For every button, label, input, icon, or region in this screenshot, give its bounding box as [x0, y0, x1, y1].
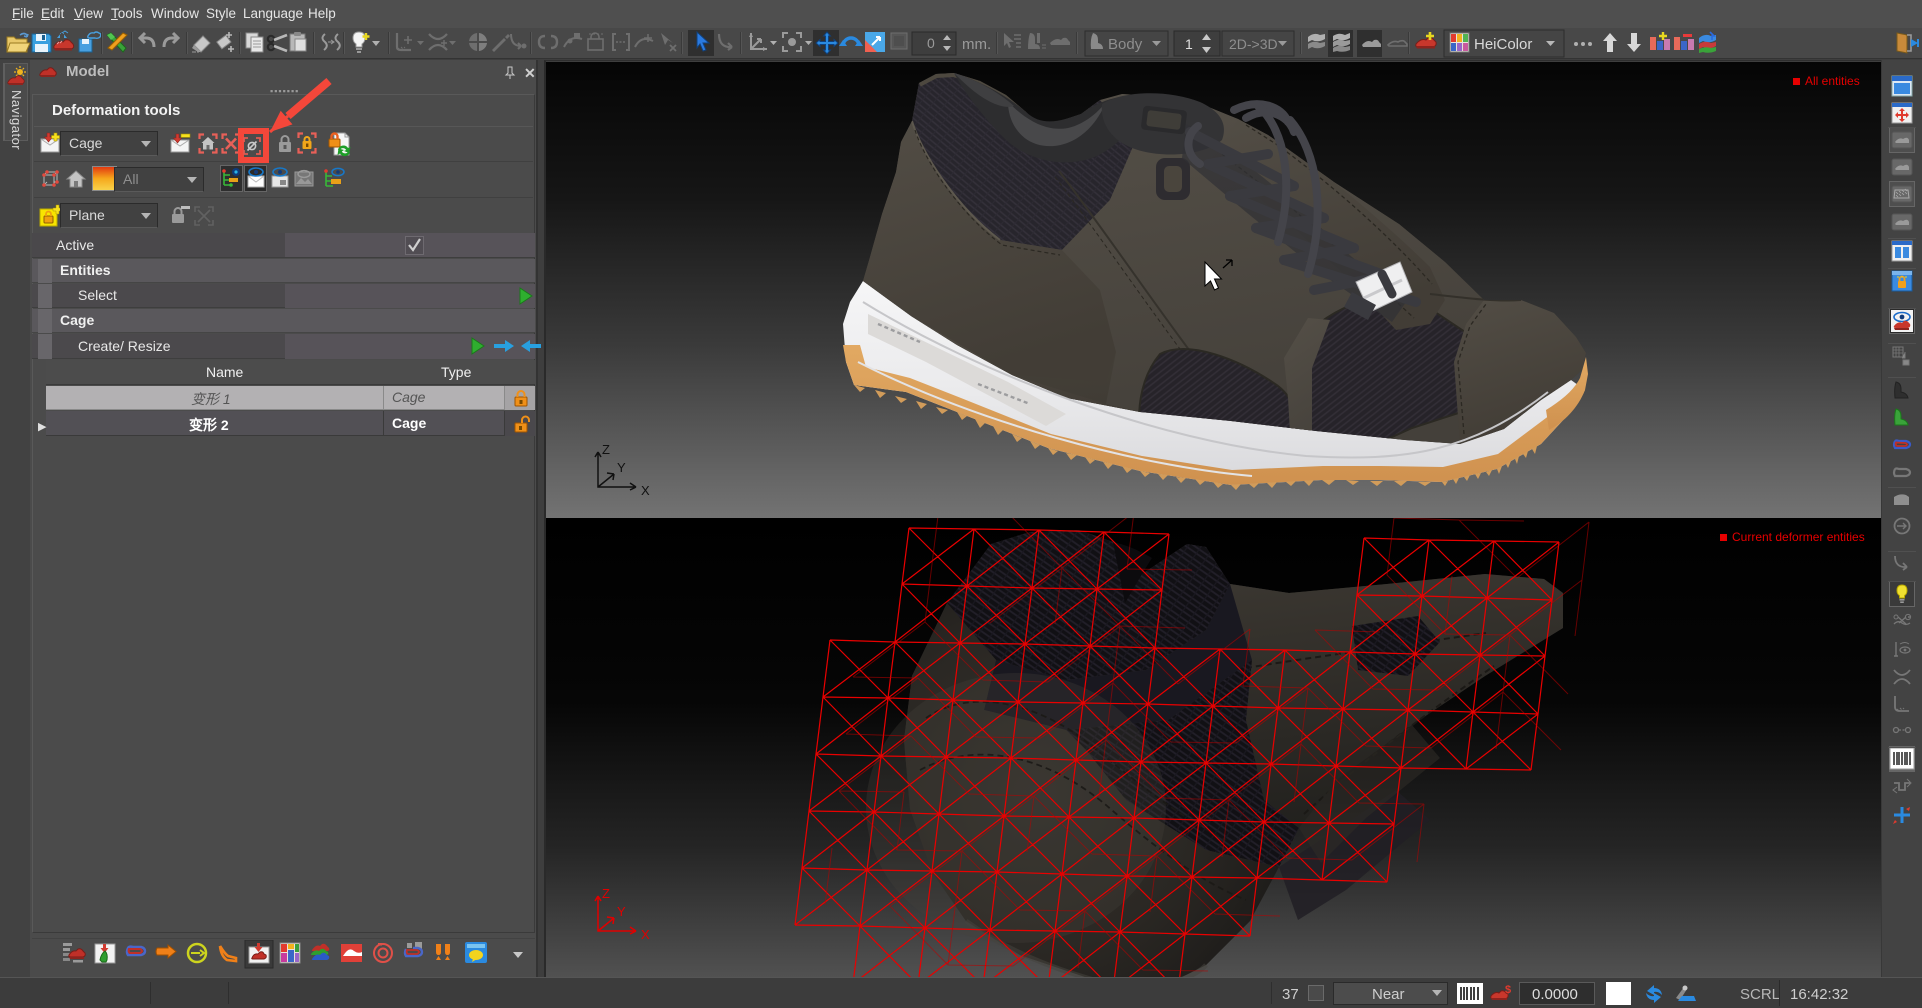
svg-text:1: 1 [1185, 36, 1193, 52]
svg-text:$: $ [1505, 984, 1511, 996]
svg-text:0: 0 [927, 35, 935, 51]
svg-text:HeiColor: HeiColor [1474, 36, 1532, 53]
svg-text:mm.: mm. [962, 36, 991, 53]
svg-text:Body: Body [1108, 36, 1143, 53]
svg-text:2D->3D: 2D->3D [1229, 36, 1278, 52]
